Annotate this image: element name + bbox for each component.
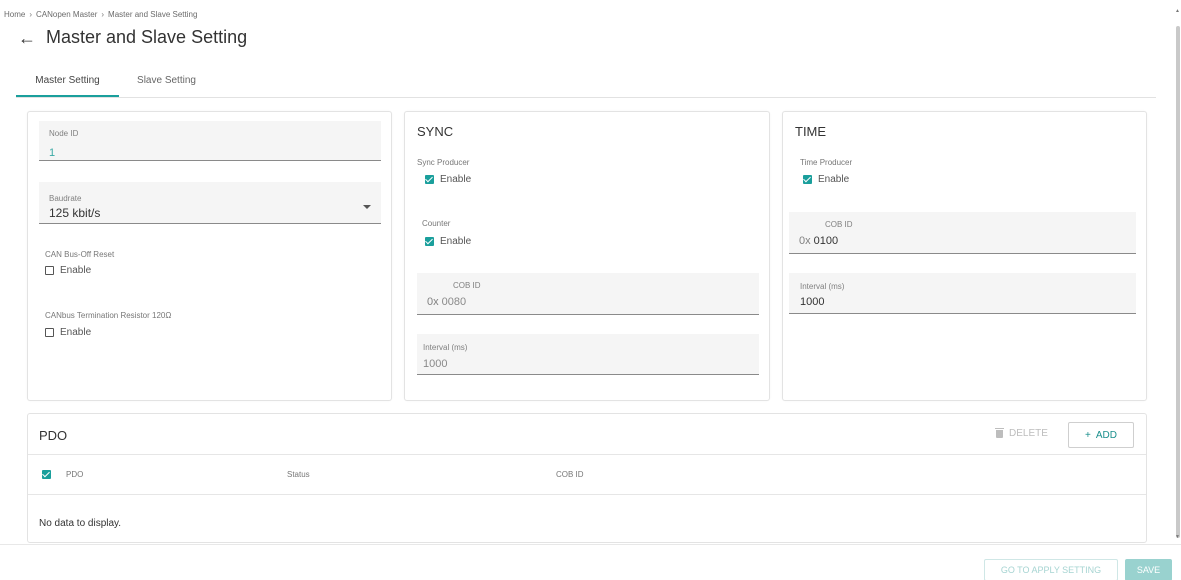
- page-title: Master and Slave Setting: [46, 27, 248, 47]
- time-cob-id-prefix: 0x: [799, 235, 811, 247]
- time-producer-label: Time Producer: [800, 158, 853, 167]
- pdo-title: PDO: [39, 428, 68, 443]
- tab-bar: Master Setting Slave Setting: [16, 70, 1156, 98]
- time-title: TIME: [795, 124, 827, 139]
- breadcrumb-home[interactable]: Home: [4, 10, 25, 19]
- empty-table-message: No data to display.: [39, 518, 122, 529]
- sync-interval-value: 1000: [423, 358, 448, 370]
- page: Home › CANopen Master › Master and Slave…: [0, 0, 1181, 580]
- breadcrumb-current: Master and Slave Setting: [108, 10, 198, 19]
- time-interval-label: Interval (ms): [800, 282, 845, 291]
- chevron-down-icon: [363, 205, 371, 209]
- column-header-pdo[interactable]: PDO: [66, 470, 83, 479]
- checkbox-checked-icon[interactable]: [803, 175, 812, 184]
- baudrate-select[interactable]: Baudrate 125 kbit/s: [39, 182, 381, 224]
- sync-cob-id-label: COB ID: [453, 281, 481, 290]
- time-producer-checkbox[interactable]: Enable: [803, 174, 849, 185]
- checkbox-checked-icon[interactable]: [425, 175, 434, 184]
- time-producer-option: Enable: [818, 174, 850, 185]
- termination-resistor-checkbox[interactable]: Enable: [45, 327, 91, 338]
- sync-cob-id-value-wrapper: 0x 0080: [427, 296, 466, 308]
- pdo-card: PDO DELETE + ADD PDO Status COB ID No da…: [27, 413, 1147, 543]
- termination-resistor-option: Enable: [60, 327, 92, 338]
- time-card: TIME Time Producer Enable COB ID 0x 0100 …: [782, 111, 1147, 401]
- baudrate-value: 125 kbit/s: [49, 206, 101, 220]
- baudrate-label: Baudrate: [49, 194, 82, 203]
- sync-producer-option: Enable: [440, 174, 472, 185]
- plus-icon: +: [1085, 429, 1091, 441]
- add-label: ADD: [1095, 429, 1117, 441]
- sync-title: SYNC: [417, 124, 454, 139]
- time-cob-id-value-wrapper: 0x 0100: [799, 235, 838, 247]
- time-cob-id-label: COB ID: [825, 220, 853, 229]
- time-interval-field[interactable]: Interval (ms) 1000: [789, 273, 1136, 314]
- tab-slave-setting[interactable]: Slave Setting: [119, 75, 214, 97]
- time-interval-value: 1000: [800, 296, 825, 308]
- column-header-status[interactable]: Status: [287, 470, 310, 479]
- delete-label: DELETE: [1009, 428, 1048, 439]
- node-id-field[interactable]: Node ID 1: [39, 121, 381, 161]
- sync-card: SYNC Sync Producer Enable Counter Enable…: [404, 111, 770, 401]
- bus-off-reset-option: Enable: [60, 265, 92, 276]
- sync-interval-field[interactable]: Interval (ms) 1000: [417, 334, 759, 375]
- tab-master-setting[interactable]: Master Setting: [16, 75, 119, 97]
- pdo-table-header: PDO Status COB ID: [28, 454, 1146, 495]
- title-row: ← Master and Slave Setting: [18, 27, 247, 48]
- sync-interval-label: Interval (ms): [423, 343, 468, 352]
- time-cob-id-value: 0100: [813, 235, 839, 247]
- time-cob-id-field[interactable]: COB ID 0x 0100: [789, 212, 1136, 254]
- node-id-label: Node ID: [49, 129, 79, 138]
- sync-cob-id-prefix: 0x: [427, 296, 439, 308]
- footer-divider: [0, 544, 1181, 545]
- scroll-up-icon[interactable]: ▲: [1175, 8, 1180, 14]
- checkbox-unchecked-icon[interactable]: [45, 266, 54, 275]
- checkbox-checked-icon[interactable]: [425, 237, 434, 246]
- sync-producer-checkbox[interactable]: Enable: [425, 174, 471, 185]
- back-arrow-icon[interactable]: ←: [18, 29, 36, 47]
- sync-cob-id-field[interactable]: COB ID 0x 0080: [417, 273, 759, 315]
- breadcrumb-separator-icon: ›: [101, 10, 105, 19]
- breadcrumb: Home › CANopen Master › Master and Slave…: [4, 10, 197, 19]
- add-button[interactable]: + ADD: [1068, 422, 1134, 448]
- master-setting-card: Node ID 1 Baudrate 125 kbit/s CAN Bus-Of…: [27, 111, 392, 401]
- column-header-cob-id[interactable]: COB ID: [556, 470, 584, 479]
- scroll-down-icon[interactable]: ▼: [1175, 534, 1180, 540]
- breadcrumb-canopen-master[interactable]: CANopen Master: [36, 10, 97, 19]
- node-id-value: 1: [49, 147, 56, 159]
- vertical-scrollbar[interactable]: [1176, 26, 1180, 538]
- breadcrumb-separator-icon: ›: [29, 10, 33, 19]
- select-all-checkbox[interactable]: [42, 470, 51, 479]
- delete-button[interactable]: DELETE: [995, 427, 1048, 439]
- checkbox-unchecked-icon[interactable]: [45, 328, 54, 337]
- termination-resistor-label: CANbus Termination Resistor 120Ω: [45, 311, 172, 320]
- counter-label: Counter: [422, 219, 451, 228]
- counter-checkbox[interactable]: Enable: [425, 236, 471, 247]
- sync-producer-label: Sync Producer: [417, 158, 470, 167]
- bus-off-reset-label: CAN Bus-Off Reset: [45, 250, 115, 259]
- trash-icon: [995, 427, 1004, 438]
- save-button[interactable]: SAVE: [1125, 559, 1172, 580]
- bus-off-reset-checkbox[interactable]: Enable: [45, 265, 91, 276]
- counter-option: Enable: [440, 236, 472, 247]
- sync-cob-id-value: 0080: [441, 296, 467, 308]
- go-to-apply-setting-button[interactable]: GO TO APPLY SETTING: [984, 559, 1118, 580]
